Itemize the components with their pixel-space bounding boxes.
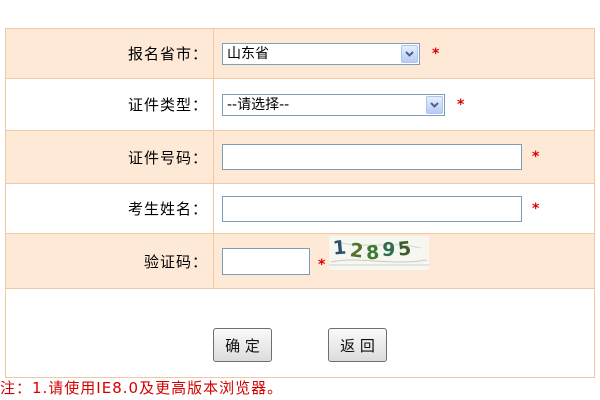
province-dropdown-button[interactable]	[401, 44, 418, 63]
registration-form: 报名省市： 山东省 * 证件类型： --请选择-- * 证件号码： * 考生姓名…	[5, 28, 595, 378]
back-button[interactable]: 返 回	[328, 328, 387, 362]
captcha-input[interactable]	[222, 247, 310, 275]
id-type-label: 证件类型：	[6, 79, 214, 130]
form-row-id-type: 证件类型： --请选择-- *	[6, 79, 594, 131]
province-field-cell: 山东省 *	[214, 29, 594, 78]
id-type-select-value: --请选择--	[227, 96, 290, 113]
form-row-province: 报名省市： 山东省 *	[6, 29, 594, 79]
form-row-id-number: 证件号码： *	[6, 131, 594, 184]
province-select-value: 山东省	[227, 45, 269, 62]
id-number-input[interactable]	[222, 144, 522, 170]
captcha-text: 12895	[332, 236, 414, 264]
browser-note: 注：1.请使用IE8.0及更高版本浏览器。	[0, 379, 284, 397]
form-row-name: 考生姓名： *	[6, 184, 594, 234]
chevron-down-icon	[430, 101, 439, 108]
required-mark: *	[532, 149, 540, 165]
id-number-field-cell: *	[214, 131, 594, 183]
captcha-char: 5	[397, 237, 414, 261]
required-mark: *	[457, 96, 465, 113]
id-type-field-cell: --请选择-- *	[214, 79, 594, 130]
name-input[interactable]	[222, 195, 522, 222]
form-row-captcha: 验证码： * 12895	[6, 234, 594, 289]
captcha-label: 验证码：	[6, 234, 214, 288]
id-type-dropdown-button[interactable]	[426, 95, 443, 114]
required-mark: *	[532, 200, 540, 217]
province-select[interactable]: 山东省	[222, 42, 420, 65]
captcha-char: 9	[381, 238, 398, 262]
chevron-down-icon	[405, 50, 414, 57]
name-field-cell: *	[214, 184, 594, 233]
name-label: 考生姓名：	[6, 184, 214, 233]
province-label: 报名省市：	[6, 29, 214, 78]
required-mark: *	[318, 257, 326, 273]
captcha-char: 1	[332, 236, 349, 260]
form-row-actions: 确 定 返 回	[6, 289, 594, 377]
captcha-char: 2	[348, 239, 366, 263]
action-buttons: 确 定 返 回	[6, 328, 594, 362]
captcha-char: 8	[365, 241, 381, 265]
confirm-button[interactable]: 确 定	[213, 328, 272, 362]
required-mark: *	[432, 45, 440, 62]
id-number-label: 证件号码：	[6, 131, 214, 183]
captcha-field-cell: * 12895	[214, 234, 594, 288]
id-type-select[interactable]: --请选择--	[222, 93, 445, 116]
captcha-image[interactable]: 12895	[329, 236, 430, 270]
